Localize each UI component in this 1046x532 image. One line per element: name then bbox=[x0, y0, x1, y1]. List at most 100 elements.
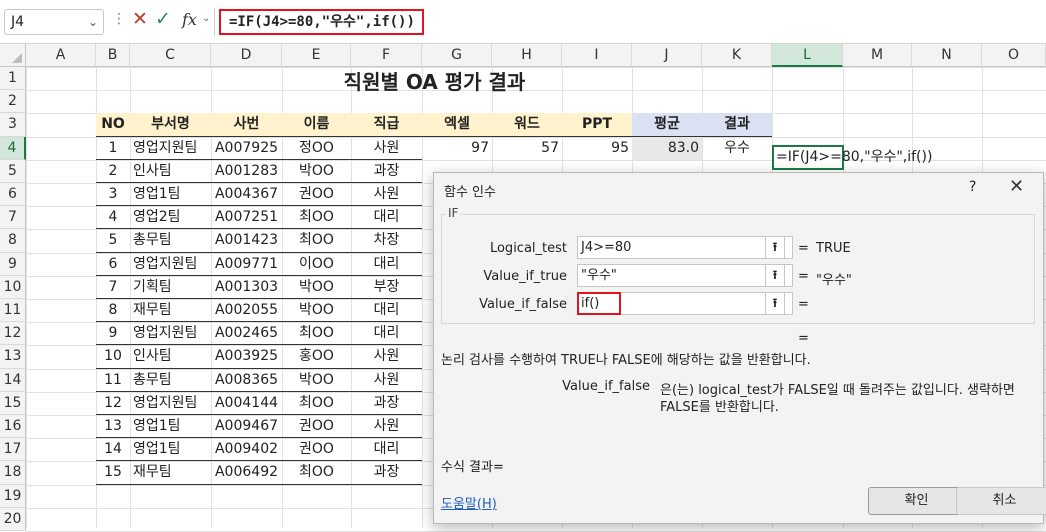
row-header-19[interactable]: 19 bbox=[0, 484, 26, 508]
table-cell[interactable]: 과장 bbox=[351, 392, 422, 415]
table-cell[interactable]: 영업지원팀 bbox=[130, 322, 211, 345]
table-cell[interactable]: 최OO bbox=[282, 322, 351, 345]
table-cell[interactable]: 11 bbox=[96, 369, 130, 392]
table-cell[interactable]: 박OO bbox=[282, 160, 351, 183]
row-header-8[interactable]: 8 bbox=[0, 229, 26, 253]
table-cell[interactable]: 대리 bbox=[351, 438, 422, 461]
row-header-11[interactable]: 11 bbox=[0, 299, 26, 323]
table-cell[interactable]: A004144 bbox=[211, 392, 282, 415]
row-header-12[interactable]: 12 bbox=[0, 322, 26, 346]
table-cell[interactable]: A001423 bbox=[211, 229, 282, 252]
row-header-5[interactable]: 5 bbox=[0, 159, 26, 183]
table-cell[interactable]: A007251 bbox=[211, 206, 282, 229]
table-cell[interactable]: 5 bbox=[96, 229, 130, 252]
table-cell[interactable]: 사원 bbox=[351, 183, 422, 206]
table-cell[interactable]: 재무팀 bbox=[130, 299, 211, 322]
table-cell[interactable]: 15 bbox=[96, 461, 130, 484]
row-header-18[interactable]: 18 bbox=[0, 461, 26, 485]
table-cell[interactable]: 12 bbox=[96, 392, 130, 415]
table-cell[interactable]: 95 bbox=[562, 137, 632, 160]
collapse-icon[interactable]: ⭱ bbox=[765, 264, 785, 287]
table-cell[interactable]: A009467 bbox=[211, 415, 282, 438]
row-header-4[interactable]: 4 bbox=[0, 136, 26, 160]
check-icon[interactable]: ✓ bbox=[155, 8, 171, 30]
table-cell[interactable]: 정OO bbox=[282, 137, 351, 160]
table-header-cell[interactable]: 평균 bbox=[632, 113, 702, 137]
table-cell[interactable]: 57 bbox=[492, 137, 562, 160]
table-cell[interactable]: 과장 bbox=[351, 461, 422, 484]
table-cell[interactable]: 사원 bbox=[351, 137, 422, 160]
more-options-icon[interactable]: ⋮ bbox=[112, 11, 126, 27]
table-cell[interactable]: A004367 bbox=[211, 183, 282, 206]
column-header-j[interactable]: J bbox=[632, 44, 702, 67]
row-header-7[interactable]: 7 bbox=[0, 206, 26, 230]
cancel-icon[interactable]: ✕ bbox=[132, 8, 148, 30]
table-cell[interactable]: 인사팀 bbox=[130, 160, 211, 183]
table-cell[interactable]: 박OO bbox=[282, 276, 351, 299]
table-cell[interactable]: 7 bbox=[96, 276, 130, 299]
table-cell[interactable]: A009402 bbox=[211, 438, 282, 461]
table-cell[interactable]: 3 bbox=[96, 183, 130, 206]
table-header-cell[interactable]: NO bbox=[96, 113, 130, 137]
table-cell[interactable]: 총무팀 bbox=[130, 369, 211, 392]
table-cell[interactable]: 4 bbox=[96, 206, 130, 229]
table-header-cell[interactable]: 이름 bbox=[282, 113, 351, 137]
table-cell[interactable]: A008365 bbox=[211, 369, 282, 392]
table-cell[interactable]: 최OO bbox=[282, 206, 351, 229]
row-header-1[interactable]: 1 bbox=[0, 67, 26, 91]
chevron-down-icon[interactable]: ⌄ bbox=[202, 13, 210, 24]
column-header-a[interactable]: A bbox=[26, 44, 96, 67]
row-header-9[interactable]: 9 bbox=[0, 252, 26, 276]
value-if-true-input[interactable]: "우수" bbox=[577, 264, 793, 287]
table-cell[interactable]: 사원 bbox=[351, 415, 422, 438]
cancel-button[interactable]: 취소 bbox=[956, 487, 1046, 515]
row-header-15[interactable]: 15 bbox=[0, 391, 26, 415]
collapse-icon[interactable]: ⭱ bbox=[765, 236, 785, 259]
table-header-cell[interactable]: 결과 bbox=[702, 113, 772, 137]
table-cell[interactable]: 사원 bbox=[351, 369, 422, 392]
table-cell[interactable]: 영업지원팀 bbox=[130, 253, 211, 276]
logical-test-input[interactable]: J4>=80 bbox=[577, 236, 793, 259]
table-cell[interactable]: 인사팀 bbox=[130, 345, 211, 368]
table-header-cell[interactable]: 부서명 bbox=[130, 113, 211, 137]
table-cell[interactable]: 총무팀 bbox=[130, 229, 211, 252]
table-header-cell[interactable]: PPT bbox=[562, 113, 632, 137]
table-cell[interactable]: A001283 bbox=[211, 160, 282, 183]
table-cell[interactable]: A009771 bbox=[211, 253, 282, 276]
table-cell[interactable]: 대리 bbox=[351, 206, 422, 229]
column-header-c[interactable]: C bbox=[130, 44, 211, 67]
row-header-13[interactable]: 13 bbox=[0, 345, 26, 369]
table-header-cell[interactable]: 워드 bbox=[492, 113, 562, 137]
table-cell[interactable]: 사원 bbox=[351, 345, 422, 368]
table-cell[interactable]: 영업1팀 bbox=[130, 415, 211, 438]
table-header-cell[interactable]: 사번 bbox=[211, 113, 282, 137]
table-header-cell[interactable]: 직급 bbox=[351, 113, 422, 137]
value-if-false-value[interactable]: if() bbox=[577, 292, 621, 315]
table-cell[interactable]: 8 bbox=[96, 299, 130, 322]
column-header-l[interactable]: L bbox=[772, 44, 843, 67]
row-header-6[interactable]: 6 bbox=[0, 183, 26, 207]
table-cell[interactable]: 영업지원팀 bbox=[130, 137, 211, 160]
table-cell[interactable]: 2 bbox=[96, 160, 130, 183]
table-cell[interactable]: 영업1팀 bbox=[130, 183, 211, 206]
table-cell[interactable]: A003925 bbox=[211, 345, 282, 368]
column-header-d[interactable]: D bbox=[211, 44, 282, 67]
table-cell[interactable]: A007925 bbox=[211, 137, 282, 160]
table-cell[interactable]: 이OO bbox=[282, 253, 351, 276]
row-header-16[interactable]: 16 bbox=[0, 415, 26, 439]
table-header-cell[interactable]: 엑셀 bbox=[422, 113, 492, 137]
table-cell[interactable]: 차장 bbox=[351, 229, 422, 252]
table-cell[interactable]: 권OO bbox=[282, 438, 351, 461]
column-header-k[interactable]: K bbox=[702, 44, 772, 67]
table-cell[interactable]: 박OO bbox=[282, 299, 351, 322]
row-header-17[interactable]: 17 bbox=[0, 438, 26, 462]
table-cell[interactable]: 홍OO bbox=[282, 345, 351, 368]
column-header-e[interactable]: E bbox=[282, 44, 351, 67]
table-cell[interactable]: 영업2팀 bbox=[130, 206, 211, 229]
table-cell[interactable]: 대리 bbox=[351, 253, 422, 276]
close-icon[interactable]: ✕ bbox=[1009, 176, 1024, 197]
table-cell[interactable]: 최OO bbox=[282, 392, 351, 415]
table-cell[interactable]: 과장 bbox=[351, 160, 422, 183]
table-cell[interactable]: A001303 bbox=[211, 276, 282, 299]
row-header-14[interactable]: 14 bbox=[0, 368, 26, 392]
